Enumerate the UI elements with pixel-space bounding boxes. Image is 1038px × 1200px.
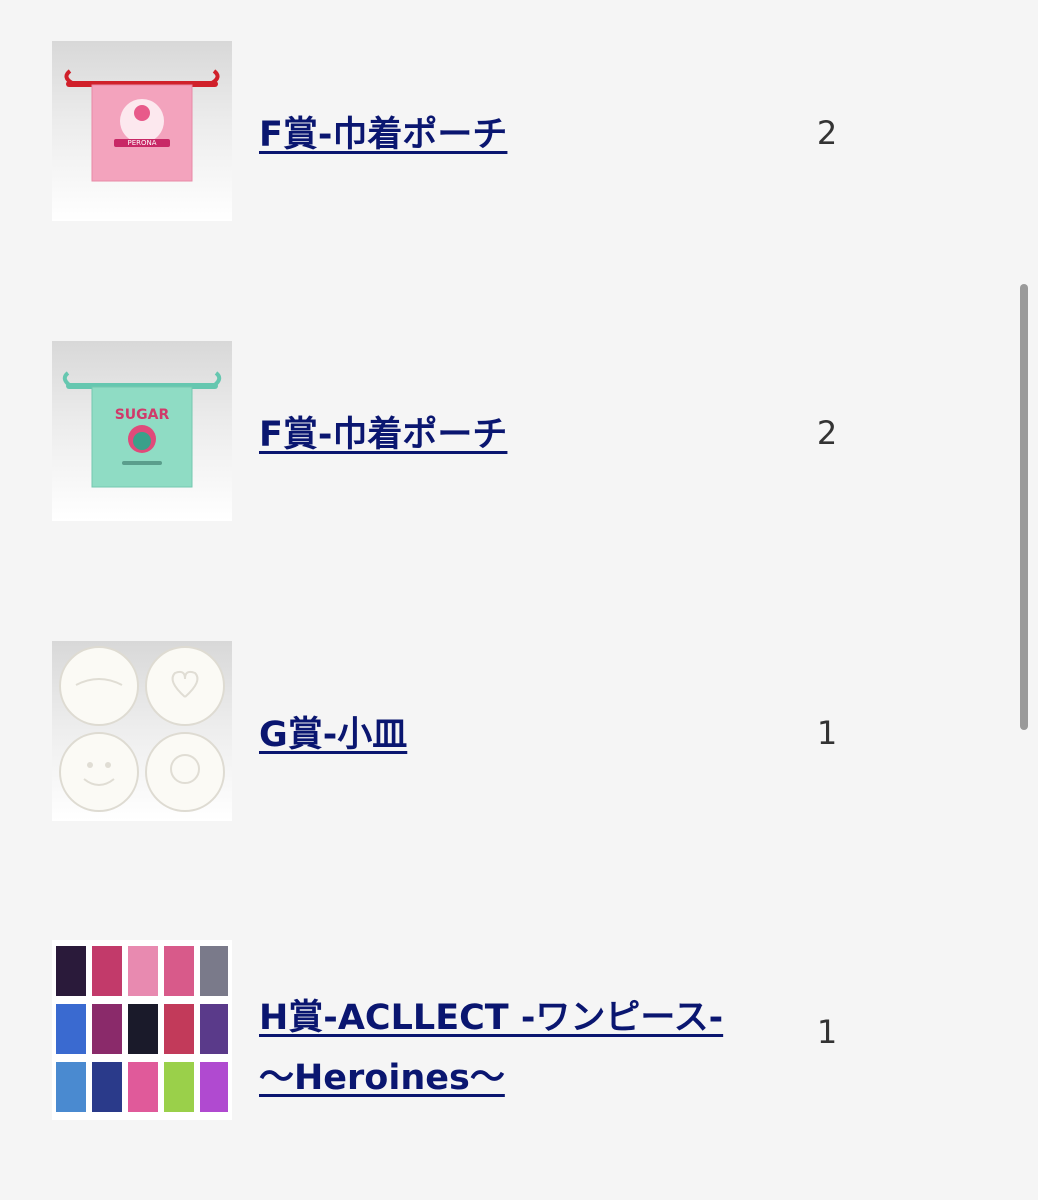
list-item: H賞-ACLLECT -ワンピース- 〜Heroines〜 1 [0,940,1000,1120]
item-quantity: 2 [816,114,838,152]
prize-list-page: PERONA F賞-巾着ポーチ 2 SUGAR F賞-巾着ポーチ 2 G賞-小皿… [0,0,1038,1200]
item-title-link[interactable]: F賞-巾着ポーチ [259,113,739,157]
mint-drawstring-pouch-image[interactable]: SUGAR [52,341,232,521]
svg-text:SUGAR: SUGAR [115,407,170,423]
svg-text:PERONA: PERONA [127,139,156,147]
item-quantity: 2 [816,414,838,452]
item-title-link[interactable]: H賞-ACLLECT -ワンピース- 〜Heroines〜 [259,988,729,1108]
small-plates-image[interactable] [52,641,232,821]
pouch-illustration: PERONA [64,69,220,182]
pink-drawstring-pouch-image[interactable]: PERONA [52,41,232,221]
pouch-illustration: SUGAR [62,371,222,488]
item-quantity: 1 [816,714,838,752]
item-title-link[interactable]: G賞-小皿 [259,713,739,757]
cards-illustration [56,946,228,1112]
vertical-scrollbar[interactable] [1020,284,1028,730]
item-title-link[interactable]: F賞-巾着ポーチ [259,413,739,457]
item-quantity: 1 [816,1013,838,1051]
plates-illustration [59,646,225,812]
acrylic-cards-image[interactable] [52,940,232,1120]
list-item: SUGAR F賞-巾着ポーチ 2 [0,341,1000,521]
list-item: PERONA F賞-巾着ポーチ 2 [0,41,1000,221]
list-item: G賞-小皿 1 [0,641,1000,821]
